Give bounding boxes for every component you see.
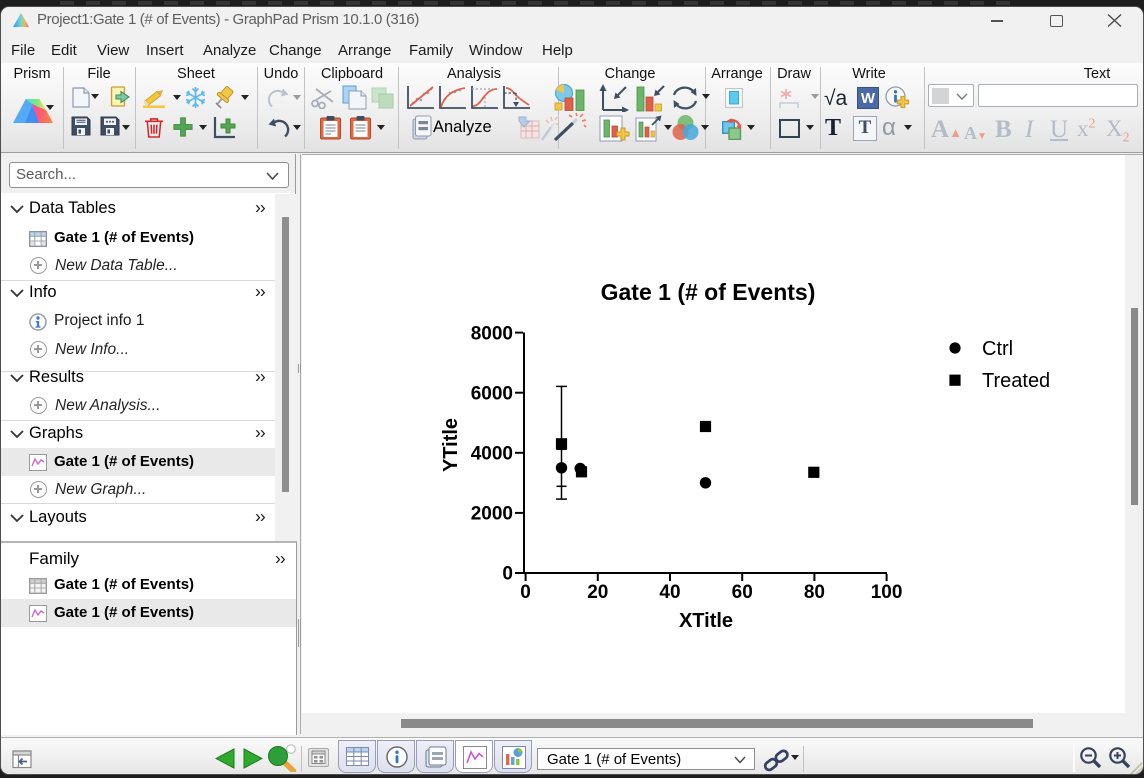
svg-text:8000: 8000	[471, 323, 513, 344]
svg-text:0: 0	[502, 564, 513, 585]
svg-text:Treated: Treated	[982, 370, 1050, 392]
svg-text:20: 20	[587, 582, 608, 603]
svg-text:XTitle: XTitle	[679, 610, 733, 632]
svg-text:60: 60	[732, 582, 753, 603]
svg-text:0: 0	[520, 582, 531, 603]
svg-text:40: 40	[659, 582, 680, 603]
svg-text:Ctrl: Ctrl	[982, 338, 1013, 360]
svg-text:2000: 2000	[471, 504, 513, 525]
svg-text:4000: 4000	[471, 444, 513, 465]
svg-text:100: 100	[871, 582, 903, 603]
svg-text:6000: 6000	[471, 383, 513, 404]
svg-text:YTitle: YTitle	[440, 418, 462, 472]
svg-text:Gate 1 (# of Events): Gate 1 (# of Events)	[601, 279, 816, 305]
svg-text:80: 80	[804, 582, 825, 603]
